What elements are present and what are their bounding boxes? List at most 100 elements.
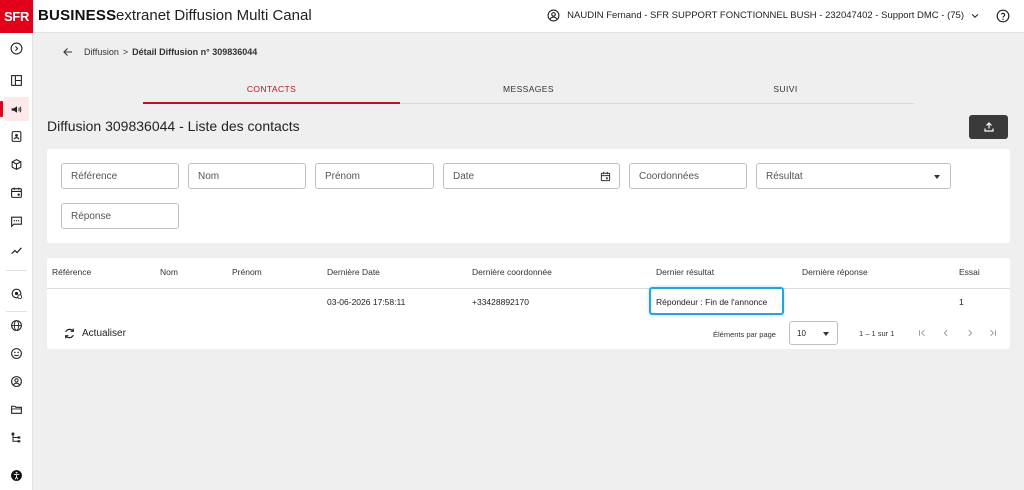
nom-input[interactable]: [198, 164, 305, 188]
sidebar-item-settings[interactable]: [4, 281, 29, 305]
sfr-logo[interactable]: SFR: [0, 0, 33, 33]
reference-filter[interactable]: [61, 163, 179, 189]
first-page-button[interactable]: [915, 326, 929, 340]
sidebar-item-account[interactable]: [4, 369, 29, 393]
column-header-derniere-date[interactable]: Dernière Date: [327, 267, 380, 277]
sidebar-item-expand[interactable]: [4, 36, 29, 60]
reponse-filter[interactable]: [61, 203, 179, 229]
cell-dernier-resultat: Répondeur : Fin de l'annonce: [656, 297, 768, 307]
sidebar-item-folders[interactable]: [4, 397, 29, 421]
settings-icon: [11, 288, 23, 299]
coordonnees-input[interactable]: [639, 164, 746, 188]
refresh-icon: [65, 328, 74, 339]
prenom-filter[interactable]: [315, 163, 434, 189]
contacts-icon: [11, 130, 22, 142]
page-title: Diffusion 309836044 - Liste des contacts: [47, 118, 300, 134]
app-title: extranet Diffusion Multi Canal: [116, 7, 312, 24]
chevron-down-icon: [971, 13, 979, 18]
play-circle-icon: [10, 42, 23, 54]
next-page-button[interactable]: [963, 326, 977, 340]
cell-derniere-coordonnee: +33428892170: [472, 297, 529, 307]
help-icon[interactable]: [996, 9, 1010, 23]
coordonnees-filter[interactable]: [629, 163, 747, 189]
sidebar-item-packages[interactable]: [4, 152, 29, 176]
items-per-page-select[interactable]: 10: [789, 321, 838, 345]
tab-bar: CONTACTS MESSAGES SUIVI: [143, 78, 914, 104]
user-menu[interactable]: NAUDIN Fernand - SFR SUPPORT FONCTIONNEL…: [547, 9, 980, 22]
upload-icon: [983, 122, 994, 132]
sidebar-item-dashboard[interactable]: [4, 68, 29, 92]
resultat-select[interactable]: Résultat: [756, 163, 951, 189]
sidebar-separator: [6, 270, 27, 271]
chevron-left-icon: [943, 329, 948, 337]
nom-filter[interactable]: [188, 163, 306, 189]
dropdown-caret-icon: [823, 332, 829, 336]
calendar-icon[interactable]: [600, 171, 611, 182]
sidebar-item-web[interactable]: [4, 313, 29, 337]
column-header-essai[interactable]: Essai: [959, 267, 980, 277]
sidebar-item-contacts[interactable]: [4, 124, 29, 148]
breadcrumb-separator: >: [122, 47, 129, 57]
contacts-table: Référence Nom Prénom Dernière Date Derni…: [47, 258, 1010, 349]
filter-panel: Résultat: [47, 149, 1010, 243]
sidebar-item-users[interactable]: [4, 341, 29, 365]
export-button[interactable]: [969, 115, 1008, 139]
column-header-prenom[interactable]: Prénom: [232, 267, 262, 277]
reponse-input[interactable]: [71, 204, 178, 228]
pagination-range: 1 – 1 sur 1: [859, 329, 895, 338]
first-page-icon: [919, 329, 925, 337]
user-label: NAUDIN Fernand - SFR SUPPORT FONCTIONNEL…: [567, 10, 964, 21]
sidebar: [0, 33, 33, 490]
previous-page-button[interactable]: [939, 326, 953, 340]
hierarchy-icon: [11, 432, 21, 442]
trending-icon: [11, 246, 22, 254]
accessibility-icon: [11, 469, 22, 481]
prenom-input[interactable]: [325, 164, 433, 188]
account-icon: [11, 375, 22, 387]
arrow-back-icon[interactable]: [62, 46, 74, 58]
calendar-icon: [11, 187, 22, 198]
sidebar-item-accessibility[interactable]: [4, 463, 29, 487]
tab-messages[interactable]: MESSAGES: [400, 78, 657, 104]
cell-derniere-date: 03-06-2026 17:58:11: [327, 297, 406, 307]
tab-contacts[interactable]: CONTACTS: [143, 78, 400, 104]
column-header-dernier-resultat[interactable]: Dernier résultat: [656, 267, 714, 277]
cell-essai: 1: [959, 297, 964, 307]
sidebar-item-messages[interactable]: [4, 209, 29, 233]
column-header-derniere-coordonnee[interactable]: Dernière coordonnée: [472, 267, 552, 277]
date-input[interactable]: [453, 164, 619, 188]
account-circle-icon: [547, 9, 560, 22]
breadcrumb-current: Détail Diffusion n° 309836044: [132, 47, 258, 57]
globe-icon: [11, 319, 22, 331]
refresh-label: Actualiser: [82, 328, 126, 339]
sidebar-separator: [6, 311, 27, 312]
date-filter[interactable]: [443, 163, 620, 189]
table-header-divider: [47, 288, 1010, 289]
top-bar: SFR BUSINESS extranet Diffusion Multi Ca…: [0, 0, 1024, 33]
brand-business: BUSINESS: [38, 7, 117, 24]
refresh-button[interactable]: Actualiser: [63, 327, 126, 340]
folder-icon: [11, 405, 22, 414]
sidebar-item-calendar[interactable]: [4, 180, 29, 204]
tab-suivi[interactable]: SUIVI: [657, 78, 914, 104]
package-icon: [11, 158, 22, 170]
breadcrumb: Diffusion > Détail Diffusion n° 30983604…: [62, 46, 257, 58]
dropdown-caret-icon: [934, 175, 940, 179]
breadcrumb-parent[interactable]: Diffusion: [84, 47, 119, 57]
emoji-icon: [11, 347, 22, 359]
chevron-right-icon: [968, 329, 973, 337]
message-icon: [11, 216, 22, 228]
column-header-derniere-reponse[interactable]: Dernière réponse: [802, 267, 868, 277]
sidebar-item-campaigns[interactable]: [0, 97, 29, 121]
last-page-icon: [990, 329, 996, 337]
campaign-icon: [11, 105, 22, 113]
last-page-button[interactable]: [986, 326, 1000, 340]
dashboard-icon: [11, 74, 22, 86]
reference-input[interactable]: [71, 164, 178, 188]
sidebar-item-statistics[interactable]: [4, 238, 29, 262]
sidebar-item-hierarchy[interactable]: [4, 425, 29, 449]
resultat-select-label: Résultat: [766, 170, 803, 182]
column-header-nom[interactable]: Nom: [160, 267, 178, 277]
column-header-reference[interactable]: Référence: [52, 267, 91, 277]
items-per-page-label: Éléments par page: [713, 330, 776, 339]
